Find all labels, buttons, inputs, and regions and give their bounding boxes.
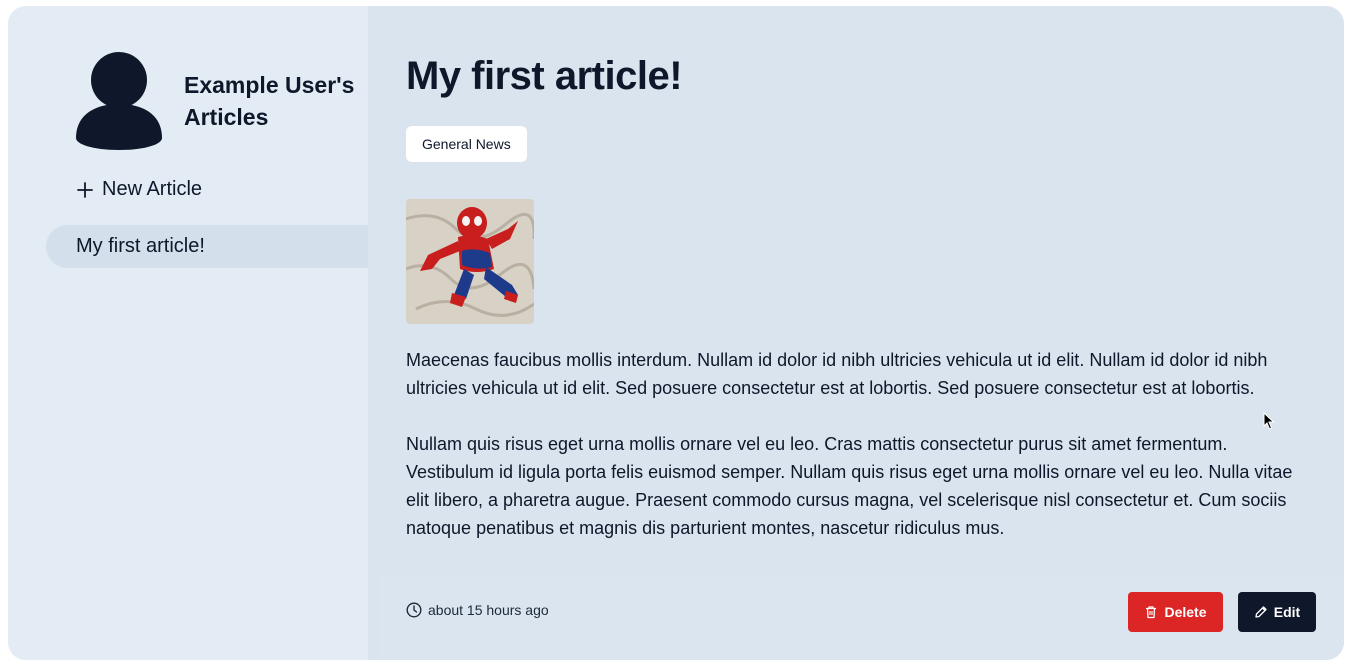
edit-label: Edit bbox=[1273, 604, 1301, 620]
trash-icon bbox=[1146, 606, 1157, 619]
edit-button[interactable]: Edit bbox=[1238, 592, 1316, 632]
profile-header: Example User's Articles bbox=[76, 52, 364, 150]
plus-icon bbox=[77, 181, 93, 198]
article-footer: about 15 hours ago Delete Edit bbox=[380, 576, 1344, 660]
new-article-button[interactable]: New Article bbox=[76, 178, 202, 201]
timestamp: about 15 hours ago bbox=[406, 602, 549, 618]
delete-label: Delete bbox=[1164, 604, 1207, 620]
mouse-cursor-icon bbox=[1263, 412, 1275, 430]
article-paragraph: Maecenas faucibus mollis interdum. Nulla… bbox=[406, 350, 1268, 398]
profile-name: Example User's Articles bbox=[184, 72, 355, 130]
sidebar-item-my-first-article[interactable]: My first article! bbox=[46, 225, 368, 268]
category-tag: General News bbox=[406, 126, 527, 162]
article-body: Maecenas faucibus mollis interdum. Nulla… bbox=[406, 346, 1306, 570]
pencil-icon bbox=[1255, 606, 1267, 618]
sidebar-item-label: My first article! bbox=[76, 235, 205, 257]
new-article-label: New Article bbox=[102, 178, 203, 200]
delete-button[interactable]: Delete bbox=[1128, 592, 1223, 632]
app-window: Example User's Articles New Article My f… bbox=[8, 6, 1344, 660]
article-view: My first article! General News Maecenas … bbox=[368, 6, 1344, 660]
user-silhouette-icon bbox=[76, 52, 162, 150]
spiderman-illustration bbox=[406, 199, 534, 324]
sidebar: Example User's Articles New Article My f… bbox=[8, 6, 368, 660]
article-paragraph: Nullam quis risus eget urna mollis ornar… bbox=[406, 434, 1293, 538]
timestamp-label: about 15 hours ago bbox=[428, 602, 549, 618]
article-image bbox=[406, 199, 534, 324]
clock-icon bbox=[406, 602, 422, 618]
article-title: My first article! bbox=[406, 54, 683, 98]
